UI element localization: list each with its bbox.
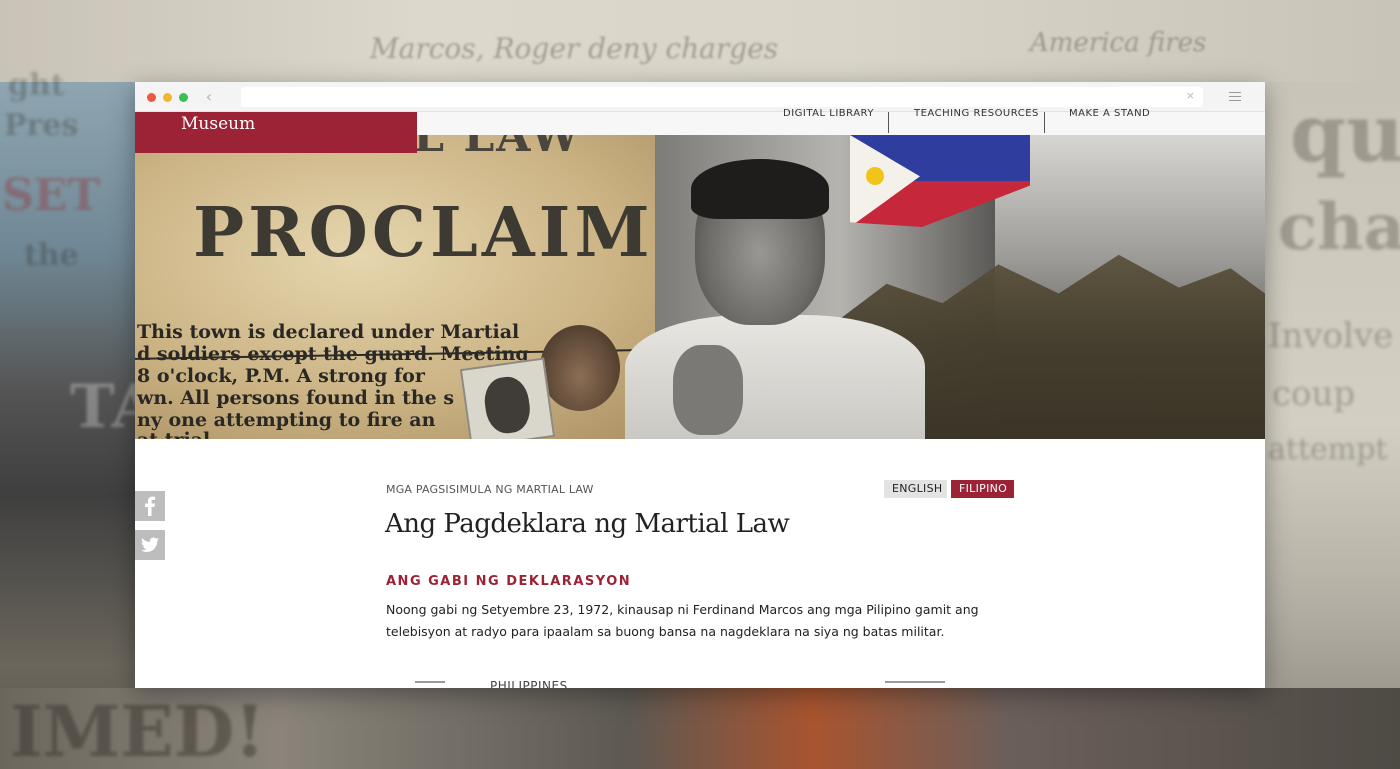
address-bar[interactable]: × [241, 87, 1203, 107]
background-newspaper-right [1265, 82, 1400, 769]
poster-text-line: 8 o'clock, P.M. A strong for [137, 365, 425, 387]
hero-banner: MARTIAL LAW PROCLAIMED! This town is dec… [135, 135, 1265, 439]
language-english-button[interactable]: ENGLISH [884, 480, 947, 498]
background-headline: America fires [1030, 28, 1207, 58]
window-close-dot[interactable] [147, 93, 156, 102]
nav-divider [1044, 112, 1045, 133]
poster-text-line: ny one attempting to fire an [137, 409, 436, 431]
hamburger-menu-icon[interactable] [1229, 92, 1241, 101]
nav-digital-library[interactable]: DIGITAL LIBRARY [783, 108, 874, 119]
image-edge-mark [415, 681, 445, 683]
poster-text-line: at trial [137, 429, 210, 439]
page-title: Ang Pagdeklara ng Martial Law [385, 509, 790, 539]
next-image-preview: PHILIPPINES [405, 677, 1045, 688]
background-word: ght [8, 68, 65, 103]
marcos-portrait-image [595, 159, 925, 439]
background-word: cha [1278, 190, 1400, 265]
background-word: IMED! [10, 690, 266, 769]
twitter-icon [141, 537, 159, 552]
article-paragraph: Noong gabi ng Setyembre 23, 1972, kinaus… [386, 602, 979, 639]
background-word: the [24, 238, 79, 273]
nav-teaching-resources[interactable]: TEACHING RESOURCES [914, 108, 1039, 119]
window-maximize-dot[interactable] [179, 93, 188, 102]
browser-window: ‹ × DIGITAL LIBRARY TEACHING RESOURCES M… [135, 82, 1265, 688]
section-heading: ANG GABI NG DEKLARASYON [386, 574, 632, 589]
breadcrumb[interactable]: MGA PAGSISIMULA NG MARTIAL LAW [386, 483, 594, 496]
facebook-icon [145, 496, 155, 516]
background-word: attempt [1268, 432, 1388, 467]
image-edge-mark [885, 681, 945, 683]
clear-url-icon[interactable]: × [1186, 89, 1195, 102]
article-content: MGA PAGSISIMULA NG MARTIAL LAW ENGLISH F… [135, 439, 1265, 688]
nav-divider [888, 112, 889, 133]
background-headline: Marcos, Roger deny charges [370, 32, 779, 65]
background-word: Involve [1268, 316, 1394, 356]
background-word: coup [1272, 374, 1356, 414]
language-filipino-button[interactable]: FILIPINO [951, 480, 1014, 498]
background-word: qu [1290, 86, 1400, 180]
back-arrow-icon[interactable]: ‹ [201, 88, 217, 106]
logo-text: Museum [181, 114, 256, 134]
next-image-caption: PHILIPPINES [490, 679, 568, 688]
background-word: Pres [4, 108, 79, 143]
site-logo[interactable]: Museum [135, 112, 417, 153]
poster-text-line: wn. All persons found in the s [137, 387, 455, 409]
window-minimize-dot[interactable] [163, 93, 172, 102]
background-word: SET [2, 170, 101, 221]
twitter-share-button[interactable] [135, 530, 165, 560]
nav-make-a-stand[interactable]: MAKE A STAND [1069, 108, 1150, 119]
facebook-share-button[interactable] [135, 491, 165, 521]
